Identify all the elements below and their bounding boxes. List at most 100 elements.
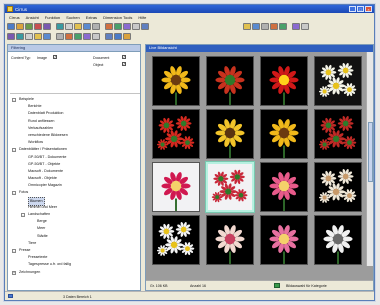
image-thumbnail[interactable] [206,56,254,106]
tree-node[interactable]: Tagespresse u.fr. ord fallig [10,261,140,268]
tree-node[interactable]: verschiedene Bildwesen [10,132,140,139]
open-icon[interactable] [7,23,15,30]
tree-node[interactable]: + Zeichnungen [10,269,140,276]
globe-icon[interactable] [243,23,251,30]
image-thumbnail[interactable] [206,162,254,212]
paste-icon[interactable] [43,23,51,30]
tree-node[interactable]: Verkaufszahlen [10,125,140,132]
minimize-button[interactable]: _ [349,6,356,12]
image-thumbnail[interactable] [152,56,200,106]
save-icon[interactable] [16,23,24,30]
menu-item[interactable]: Ansicht [26,15,39,20]
image-thumbnail[interactable] [260,56,308,106]
menu-item[interactable]: Hilfe [138,15,146,20]
collapse-icon[interactable]: - [12,191,16,196]
collapse-icon[interactable]: - [12,148,16,153]
vertical-scrollbar[interactable] [366,52,373,266]
mail-icon[interactable] [270,23,278,30]
image-thumbnail[interactable] [152,215,200,265]
rotate-icon[interactable] [65,33,73,40]
collapse-icon[interactable]: - [12,248,16,253]
tree-node[interactable]: Tiere [10,240,140,247]
menu-item[interactable]: Extras [86,15,97,20]
image-thumbnail[interactable] [260,162,308,212]
tree-node[interactable]: Himmel und Meer [10,204,140,211]
up-icon[interactable] [25,33,33,40]
tree-node[interactable]: Omnicopier Magazin [10,182,140,189]
zoom-icon[interactable] [114,33,122,40]
help-icon[interactable] [301,23,309,30]
table-icon[interactable] [74,23,82,30]
tree-node[interactable]: Macsoft - Objekte [10,175,140,182]
print-icon[interactable] [25,23,33,30]
image-filter-checkbox[interactable]: ✓ [53,55,57,59]
tree-node-label: Macsoft - Objekte [28,176,57,181]
collapse-icon[interactable]: - [12,98,16,102]
refresh-icon[interactable] [34,33,42,40]
image-thumbnail[interactable] [152,162,200,212]
image-thumbnail[interactable] [314,56,362,106]
menu-item[interactable]: Funktion [45,15,60,20]
back-icon[interactable] [7,33,15,40]
object-filter-checkbox[interactable]: ✓ [122,62,126,66]
image-icon[interactable] [83,23,91,30]
close-button[interactable]: × [365,6,372,12]
frame-icon[interactable] [252,23,260,30]
tree-node[interactable]: Meer [10,225,140,232]
tree-node[interactable]: Pressetexte [10,254,140,261]
tree-node[interactable]: - Fotos [10,189,140,196]
tree-node[interactable]: Berichte [10,103,140,110]
print-icon[interactable] [105,33,113,40]
image-thumbnail[interactable] [260,109,308,159]
document-filter-checkbox[interactable]: ✓ [122,55,126,59]
tree-node[interactable]: Rund anfliessen [10,118,140,125]
image-thumbnail[interactable] [314,162,362,212]
collapse-icon[interactable]: - [21,213,25,217]
tree-node[interactable]: - Landschaften [10,211,140,218]
tree-node[interactable]: Workflow [10,139,140,146]
image-thumbnail[interactable] [314,109,362,159]
info-icon[interactable] [132,23,140,30]
home-icon[interactable] [123,33,131,40]
tag-icon[interactable] [292,23,300,30]
delete-icon[interactable] [43,33,51,40]
search-icon[interactable] [92,23,100,30]
menu-item[interactable]: Suchen [66,15,80,20]
tree-node[interactable]: Datenblatt Produktion [10,110,140,117]
settings-icon[interactable] [141,23,149,30]
info-icon[interactable] [279,23,287,30]
edit-icon[interactable] [92,33,100,40]
grid-icon[interactable] [261,23,269,30]
image-thumbnail[interactable] [206,109,254,159]
expand-icon[interactable]: + [12,270,16,275]
menu-item[interactable]: Cirrus [9,15,20,20]
tree-node[interactable]: - Beispiele [10,96,140,103]
export-icon[interactable] [74,33,82,40]
photo-icon[interactable] [123,23,131,30]
image-thumbnail[interactable] [152,109,200,159]
image-thumbnail[interactable] [206,215,254,265]
folder-icon[interactable] [83,33,91,40]
tree-node-label: Zeichnungen [19,269,41,274]
tree-node[interactable]: GP-50/BT - Dokumente [10,154,140,161]
filter-icon[interactable] [105,23,113,30]
tree-node[interactable]: Städte [10,233,140,240]
tree-node[interactable]: Macsoft - Dokumente [10,168,140,175]
cut-icon[interactable] [56,33,64,40]
image-thumbnail[interactable] [314,215,362,265]
grid-icon[interactable] [56,23,64,30]
menu-item[interactable]: Dimension Tools [103,15,132,20]
tree-node[interactable]: - Presse [10,247,140,254]
camera-icon[interactable] [114,23,122,30]
tree-node[interactable]: GP-50/BT - Objekte [10,161,140,168]
sunflower-icon [261,110,307,158]
forward-icon[interactable] [16,33,24,40]
copy-icon[interactable] [34,23,42,30]
tree-node[interactable]: Berge [10,218,140,225]
list-icon[interactable] [65,23,73,30]
image-thumbnail[interactable] [260,215,308,265]
scrollbar-thumb[interactable] [368,122,373,182]
maximize-button[interactable]: □ [357,6,364,12]
tree-node[interactable]: - Datenblätter / Präsentationen [10,146,140,153]
tree-node[interactable]: Blumen [10,196,140,206]
